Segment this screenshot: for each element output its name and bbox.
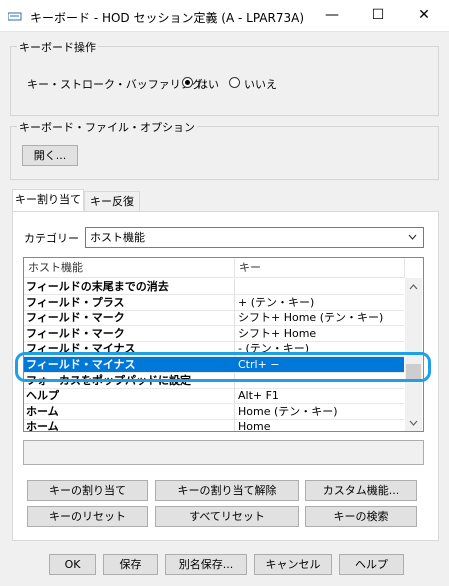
tab-key-assign[interactable]: キー割り当て xyxy=(12,189,84,213)
reset-key-button[interactable]: キーのリセット xyxy=(27,506,148,527)
scroll-up-icon[interactable] xyxy=(405,280,422,294)
minimize-button[interactable]: — xyxy=(309,0,355,31)
minimize-icon: — xyxy=(325,7,339,23)
column-header-function[interactable]: ホスト機能 xyxy=(24,258,235,278)
category-label: カテゴリー xyxy=(24,232,79,245)
buffering-no-radio[interactable] xyxy=(229,77,240,88)
row-function-cell: ホーム xyxy=(26,419,235,431)
row-function-cell: ヘルプ xyxy=(26,388,235,404)
unassign-key-button[interactable]: キーの割り当て解除 xyxy=(155,480,299,501)
cancel-button[interactable]: キャンセル xyxy=(254,554,332,575)
buffering-label: キー・ストローク・バッファリング: xyxy=(27,78,207,91)
chevron-down-icon xyxy=(408,228,417,254)
buffering-yes-radio[interactable] xyxy=(182,77,193,88)
description-field xyxy=(23,440,424,465)
app-icon xyxy=(7,11,22,21)
window-title: キーボード - HOD セッション定義 (A - LPAR73A) xyxy=(30,11,305,25)
close-icon: ✕ xyxy=(418,7,430,23)
help-button[interactable]: ヘルプ xyxy=(339,554,404,575)
file-options-legend: キーボード・ファイル・オプション xyxy=(17,119,197,135)
row-key-cell: Home (テン・キー) xyxy=(238,404,338,418)
buffering-no-label: いいえ xyxy=(244,78,277,91)
maximize-icon: ☐ xyxy=(371,7,385,23)
buffering-yes-label: はい xyxy=(197,78,219,91)
close-button[interactable]: ✕ xyxy=(401,0,447,31)
search-key-button[interactable]: キーの検索 xyxy=(305,506,417,527)
table-row[interactable]: ホーム Home xyxy=(24,419,404,432)
row-key-cell: + (テン・キー) xyxy=(238,295,315,309)
table-row[interactable]: フィールド・プラス + (テン・キー) xyxy=(24,294,404,311)
row-key-cell: Home xyxy=(238,420,271,432)
table-row[interactable]: フィールドの末尾までの消去 xyxy=(24,279,404,295)
keyboard-ops-legend: キーボード操作 xyxy=(17,39,98,55)
table-row[interactable]: フィールド・マーク シフト+ Home (テン・キー) xyxy=(24,310,404,327)
scroll-down-icon[interactable] xyxy=(405,416,422,430)
row-function-cell: フィールドの末尾までの消去 xyxy=(26,279,235,294)
tab-key-repeat[interactable]: キー反復 xyxy=(84,191,140,212)
assign-key-button[interactable]: キーの割り当て xyxy=(27,480,148,501)
row-function-cell: フィールド・プラス xyxy=(26,294,235,310)
function-key-table: ホスト機能 キー フィールドの末尾までの消去 フィールド・プラス + (テン・キー)… xyxy=(23,257,424,432)
save-as-button[interactable]: 別名保存... xyxy=(165,554,247,575)
reset-all-button[interactable]: すべてリセット xyxy=(155,506,299,527)
table-row[interactable]: ヘルプ Alt+ F1 xyxy=(24,388,404,405)
selection-callout xyxy=(15,352,431,382)
row-key-cell: シフト+ Home xyxy=(238,326,317,340)
row-function-cell: フィールド・マーク xyxy=(26,325,235,341)
row-key-cell: シフト+ Home (テン・キー) xyxy=(238,311,384,325)
table-row[interactable]: ホーム Home (テン・キー) xyxy=(24,403,404,420)
ok-button[interactable]: OK xyxy=(49,554,96,575)
row-key-cell: Alt+ F1 xyxy=(238,389,279,403)
category-value: ホスト機能 xyxy=(90,231,145,244)
row-function-cell: フィールド・マーク xyxy=(26,310,235,326)
column-header-key[interactable]: キー xyxy=(235,258,405,278)
table-row[interactable]: フィールド・マーク シフト+ Home xyxy=(24,325,404,342)
row-function-cell: ホーム xyxy=(26,403,235,419)
save-button[interactable]: 保存 xyxy=(103,554,158,575)
row-key-cell xyxy=(236,279,404,294)
maximize-button[interactable]: ☐ xyxy=(355,0,401,31)
custom-function-button[interactable]: カスタム機能... xyxy=(305,480,417,501)
open-file-button[interactable]: 開く... xyxy=(22,145,78,166)
category-select[interactable]: ホスト機能 xyxy=(85,227,424,248)
